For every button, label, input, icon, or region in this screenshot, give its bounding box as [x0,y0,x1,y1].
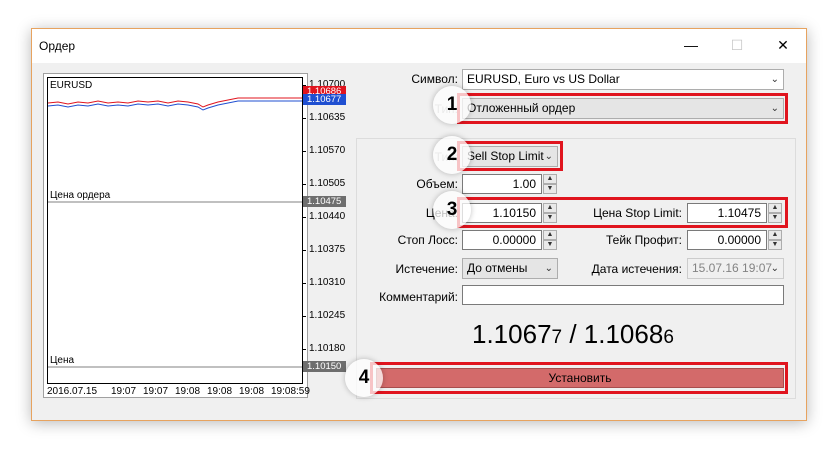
x-tick: 19:08 [175,386,201,397]
symbol-label: Символ: [411,72,458,86]
expiration-value: До отмены [467,261,528,275]
x-tick: 19:08:59 [271,386,310,397]
order-price-line-label: Цена ордера [50,190,111,201]
order-dialog: Ордер — ☐ ✕ EURUSD Цена ордера Цена 1.10… [31,28,807,421]
window-title: Ордер [39,39,76,53]
close-button[interactable]: ✕ [760,29,806,61]
y-tick: 1.10570 [301,145,346,156]
title-bar: Ордер — ☐ ✕ [32,29,806,63]
spin-down-icon[interactable]: ▼ [543,240,557,250]
maximize-button: ☐ [714,29,760,61]
step-badge: 2 [433,136,471,174]
order-price-tag: 1.10475 [303,196,346,207]
y-tick: 1.10180 [301,343,346,354]
spin-up-icon[interactable]: ▲ [543,174,557,184]
volume-label: Объем: [416,177,458,191]
take-profit-label: Тейк Профит: [606,233,682,247]
quote-separator: / [562,319,584,349]
highlight-box-3 [457,197,788,228]
expiration-label: Истечение: [395,262,458,276]
x-tick: 19:08 [239,386,265,397]
highlight-box-1 [457,93,788,124]
y-tick: 1.10245 [301,310,346,321]
y-tick: 1.10310 [301,277,346,288]
spin-down-icon[interactable]: ▼ [768,240,782,250]
x-tick: 19:07 [111,386,137,397]
quote-ask: 1.1068 [583,319,664,349]
highlight-box-2 [457,141,563,171]
y-tick: 1.10635 [301,112,346,123]
chart-symbol: EURUSD [50,80,93,91]
bid-price-tag: 1.10677 [303,94,346,105]
maximize-icon: ☐ [730,36,744,53]
bid-ask-quote: 1.10677 / 1.10686 [472,319,674,350]
expiration-date-label: Дата истечения: [591,262,682,276]
expiration-date-picker: 15.07.16 19:07 ⌄ [687,258,784,279]
chart-plot-area: EURUSD Цена ордера Цена [47,77,303,384]
price-chart: EURUSD Цена ордера Цена 1.10700 1.10635 … [43,73,346,398]
x-tick: 19:07 [143,386,169,397]
spin-up-icon[interactable]: ▲ [768,230,782,240]
price-line-label: Цена [50,355,75,366]
stop-loss-label: Стоп Лосс: [397,233,458,247]
minimize-button[interactable]: — [668,29,714,61]
chevron-down-icon: ⌄ [770,74,779,85]
volume-stepper[interactable]: ▲ ▼ [543,174,557,194]
symbol-value: EURUSD, Euro vs US Dollar [467,72,620,86]
quote-bid-pip: 7 [551,327,563,348]
y-tick: 1.10505 [301,178,346,189]
step-badge: 4 [345,359,383,397]
chevron-down-icon: ⌄ [544,263,553,274]
take-profit-stepper[interactable]: ▲ ▼ [768,230,782,250]
volume-input[interactable]: 1.00 [462,174,542,194]
chart-svg [48,97,302,368]
close-icon: ✕ [777,36,789,53]
price-tag: 1.10150 [303,361,346,372]
x-tick: 19:08 [207,386,233,397]
expiration-select[interactable]: До отмены ⌄ [462,258,558,279]
symbol-select[interactable]: EURUSD, Euro vs US Dollar ⌄ [462,69,784,90]
spin-down-icon[interactable]: ▼ [543,184,557,194]
expiration-date-value: 15.07.16 19:07 [692,261,773,275]
take-profit-input[interactable]: 0.00000 [687,230,767,250]
quote-bid: 1.1067 [472,319,552,349]
comment-label: Комментарий: [379,290,458,304]
x-tick: 2016.07.15 [47,386,98,397]
stop-loss-input[interactable]: 0.00000 [462,230,542,250]
chevron-down-icon: ⌄ [770,263,779,274]
stop-loss-stepper[interactable]: ▲ ▼ [543,230,557,250]
minimize-icon: — [684,37,698,53]
y-tick: 1.10440 [301,211,346,222]
quote-ask-pip: 6 [663,327,674,348]
step-badge: 3 [433,191,471,229]
y-tick: 1.10375 [301,244,346,255]
spin-up-icon[interactable]: ▲ [543,230,557,240]
step-badge: 1 [433,86,471,124]
highlight-box-4 [370,362,788,394]
comment-input[interactable] [462,285,784,305]
